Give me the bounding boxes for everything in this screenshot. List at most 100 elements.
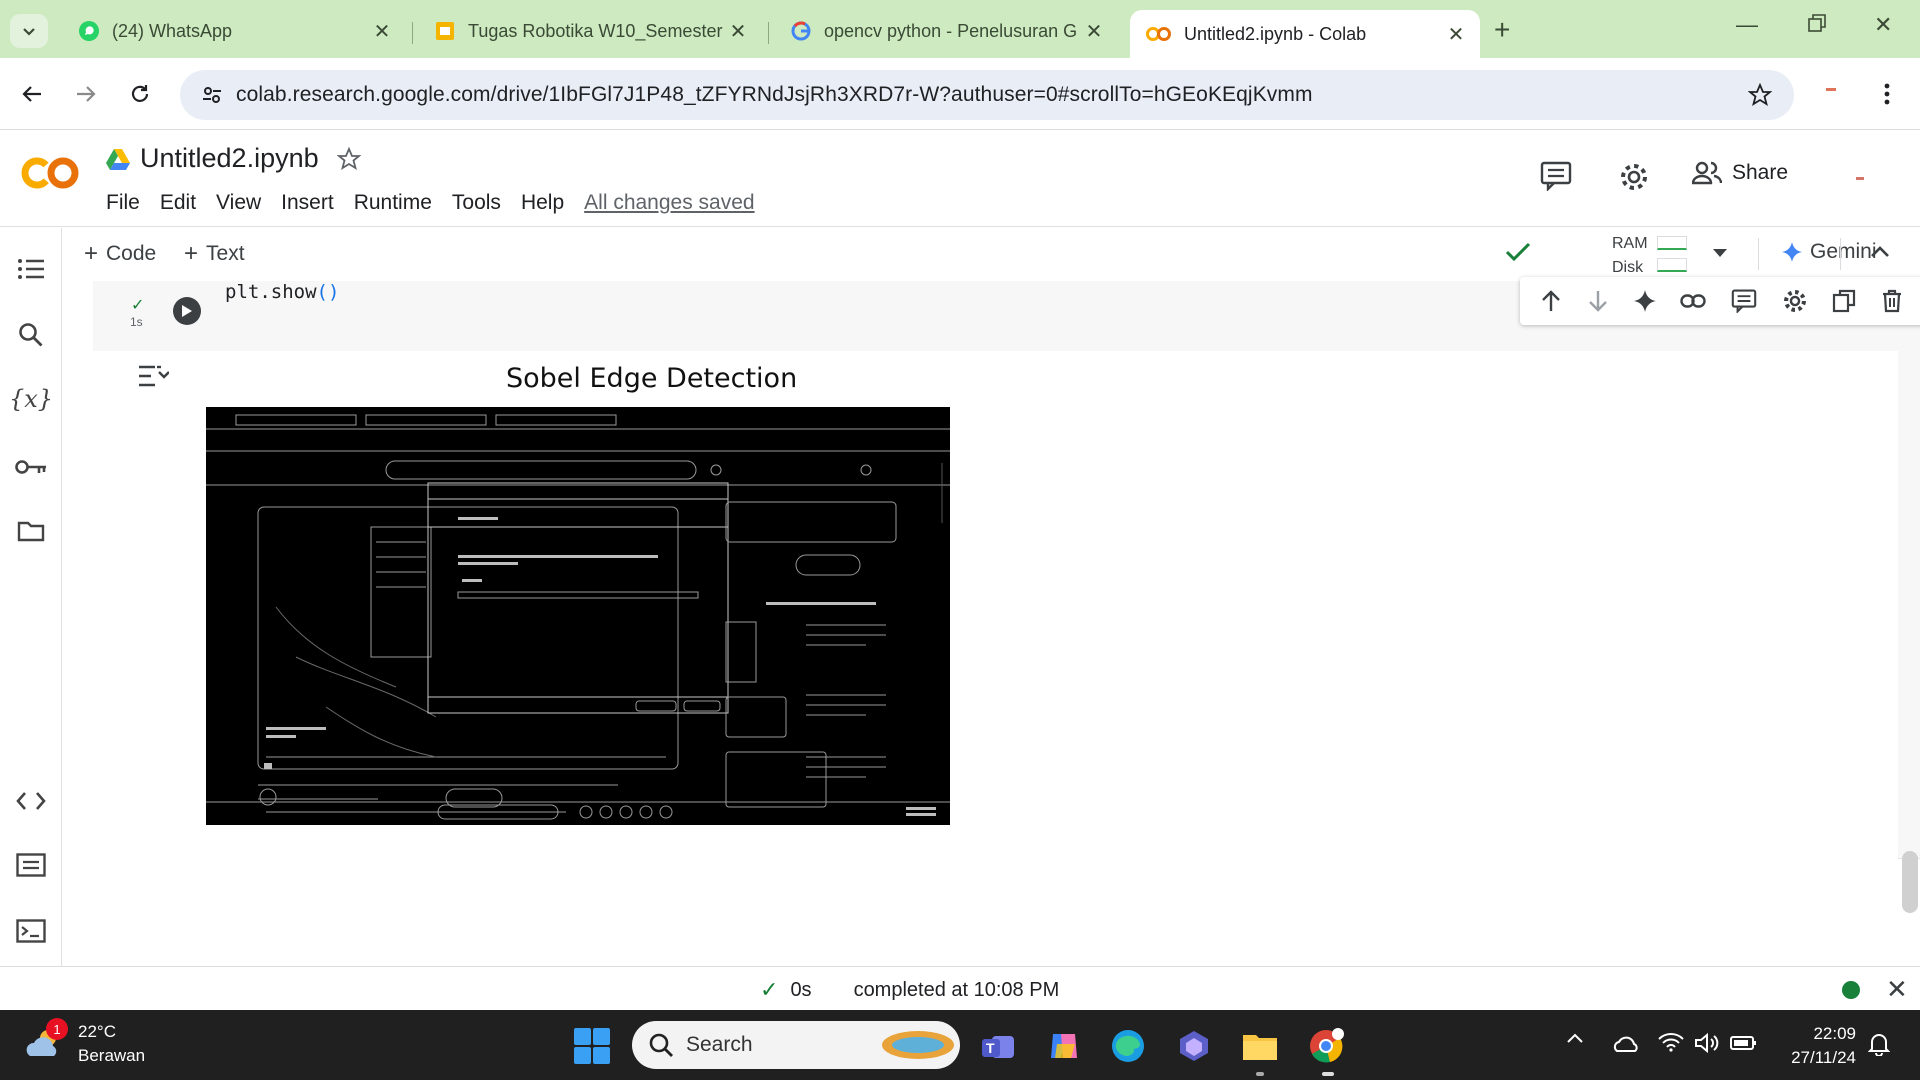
notebook-title[interactable]: Untitled2.ipynb <box>140 143 319 174</box>
tab-tugas-robotika[interactable]: Tugas Robotika W10_Semester ✕ <box>418 10 762 52</box>
add-code-button[interactable]: + Code <box>84 240 156 268</box>
menu-help[interactable]: Help <box>521 191 564 215</box>
edge-icon[interactable] <box>1108 1026 1148 1066</box>
forward-button[interactable] <box>70 78 102 110</box>
reload-button[interactable] <box>124 78 156 110</box>
close-status-icon[interactable]: ✕ <box>1886 974 1908 1005</box>
tab-title: Tugas Robotika W10_Semester <box>468 20 723 41</box>
star-icon[interactable] <box>336 146 361 171</box>
folder-icon[interactable] <box>14 514 48 548</box>
gemini-sparkle-icon[interactable] <box>1633 290 1656 312</box>
colab-header: Untitled2.ipynb File Edit View Insert Ru… <box>0 131 1920 227</box>
taskbar-search[interactable]: Search <box>632 1021 960 1069</box>
system-clock[interactable]: 22:09 27/11/24 <box>1776 1022 1856 1070</box>
svg-text:T: T <box>986 1040 995 1056</box>
account-avatar[interactable] <box>1856 177 1864 180</box>
onedrive-icon[interactable] <box>1612 1034 1640 1054</box>
teams-icon[interactable]: T <box>978 1026 1018 1066</box>
battery-icon[interactable] <box>1730 1032 1758 1052</box>
tab-search-button[interactable] <box>10 14 48 48</box>
disk-meter <box>1657 258 1687 272</box>
comments-icon[interactable] <box>1540 161 1572 191</box>
clock-time: 22:09 <box>1813 1024 1856 1043</box>
menu-file[interactable]: File <box>106 191 140 215</box>
colab-logo[interactable] <box>20 153 82 193</box>
play-icon <box>182 305 192 317</box>
new-tab-button[interactable]: + <box>1494 14 1510 46</box>
back-button[interactable] <box>16 78 48 110</box>
menu-runtime[interactable]: Runtime <box>354 191 432 215</box>
show-hidden-icons[interactable] <box>1566 1032 1584 1044</box>
chrome-icon[interactable] <box>1306 1026 1346 1066</box>
tab-whatsapp[interactable]: (24) WhatsApp ✕ <box>62 10 406 52</box>
code-snippets-icon[interactable] <box>14 784 48 818</box>
close-icon[interactable]: ✕ <box>1446 24 1466 46</box>
tab-colab[interactable]: Untitled2.ipynb - Colab ✕ <box>1130 10 1480 58</box>
command-palette-icon[interactable] <box>14 848 48 882</box>
url-text: colab.research.google.com/drive/1IbFGl7J… <box>236 83 1313 106</box>
cell-output: Sobel Edge Detection <box>93 351 1920 859</box>
table-of-contents-icon[interactable] <box>14 252 48 286</box>
search-icon[interactable] <box>14 318 48 352</box>
address-bar[interactable]: colab.research.google.com/drive/1IbFGl7J… <box>180 70 1794 120</box>
tab-separator <box>412 22 413 44</box>
add-code-label: Code <box>106 242 157 265</box>
delete-icon[interactable] <box>1881 289 1903 313</box>
code-editor[interactable]: plt.show() <box>225 281 339 303</box>
notebook-scrollbar[interactable] <box>1902 851 1918 913</box>
gemini-button[interactable]: Gemini <box>1782 240 1877 264</box>
notification-bell-icon[interactable] <box>1868 1032 1890 1056</box>
comment-icon[interactable] <box>1731 289 1757 313</box>
share-button[interactable]: Share <box>1692 161 1788 185</box>
wifi-icon[interactable] <box>1658 1032 1684 1052</box>
output-actions-icon[interactable] <box>137 363 169 389</box>
run-cell-button[interactable] <box>173 297 201 325</box>
status-duration: 0s <box>790 978 812 1001</box>
terminal-icon[interactable] <box>14 914 48 948</box>
menu-insert[interactable]: Insert <box>281 191 334 215</box>
minimize-icon[interactable]: — <box>1736 12 1758 38</box>
menu-view[interactable]: View <box>216 191 261 215</box>
window-close-icon[interactable]: ✕ <box>1874 12 1892 38</box>
copilot-icon[interactable] <box>1044 1026 1084 1066</box>
menu-edit[interactable]: Edit <box>160 191 196 215</box>
add-text-button[interactable]: + Text <box>184 240 245 268</box>
start-button[interactable] <box>574 1028 610 1064</box>
close-icon[interactable]: ✕ <box>372 21 392 43</box>
edge-map-graphic <box>206 407 950 825</box>
move-up-icon[interactable] <box>1540 289 1562 313</box>
notebook-toolbar: + Code + Text RAM Disk Gemini <box>62 228 1920 280</box>
volume-icon[interactable] <box>1694 1032 1720 1054</box>
whatsapp-icon <box>79 21 99 41</box>
copilot-app-icon[interactable] <box>1174 1026 1214 1066</box>
sparkle-icon <box>1782 242 1802 262</box>
collapse-header-icon[interactable] <box>1870 244 1890 258</box>
key-icon[interactable] <box>14 450 48 484</box>
execution-status[interactable]: ✓ 0s completed at 10:08 PM <box>760 977 1059 1003</box>
move-down-icon[interactable] <box>1587 289 1609 313</box>
menu-tools[interactable]: Tools <box>452 191 501 215</box>
active-indicator <box>1322 1072 1334 1076</box>
cell-settings-icon[interactable] <box>1782 288 1808 314</box>
gemini-label: Gemini <box>1810 240 1877 263</box>
file-explorer-icon[interactable] <box>1240 1026 1280 1066</box>
browser-menu-icon[interactable] <box>1884 82 1890 106</box>
code-text: plt.show <box>225 281 317 303</box>
save-status-link[interactable]: All changes saved <box>584 191 754 215</box>
variables-icon[interactable]: {𝑥} <box>9 382 53 416</box>
mirror-cell-icon[interactable] <box>1832 289 1856 313</box>
weather-widget[interactable]: 22°C Berawan <box>24 1020 145 1068</box>
settings-gear-icon[interactable] <box>1618 161 1650 193</box>
arrow-left-icon <box>22 86 41 102</box>
tab-title: Untitled2.ipynb - Colab <box>1184 23 1367 44</box>
close-icon[interactable]: ✕ <box>1084 21 1104 43</box>
resources-indicator[interactable]: RAM Disk <box>1612 232 1648 280</box>
bookmark-star-icon[interactable] <box>1748 83 1772 107</box>
close-icon[interactable]: ✕ <box>728 21 748 43</box>
runtime-dropdown-icon[interactable] <box>1712 248 1728 258</box>
tab-google-search[interactable]: opencv python - Penelusuran G ✕ <box>774 10 1118 52</box>
reload-icon <box>131 85 149 102</box>
link-icon[interactable] <box>1680 294 1706 308</box>
restore-icon[interactable] <box>1808 14 1826 32</box>
site-info-icon[interactable] <box>188 84 236 106</box>
